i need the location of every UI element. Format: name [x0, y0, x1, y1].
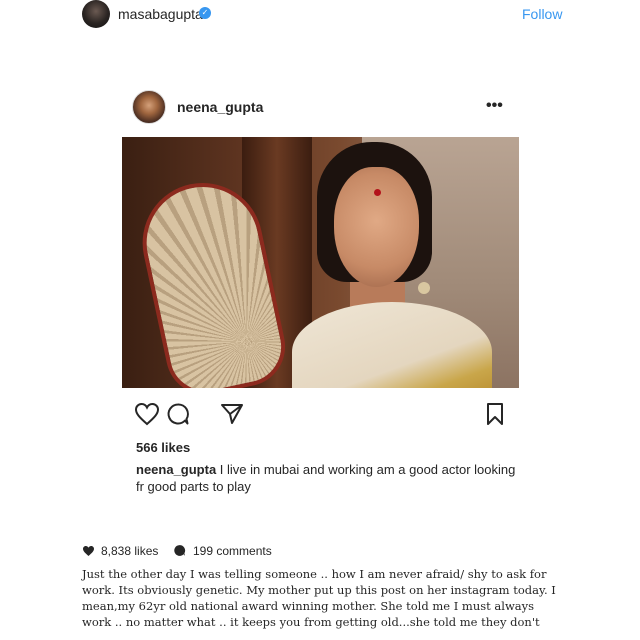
- outer-comments-count[interactable]: 199 comments: [193, 544, 272, 558]
- post-photo[interactable]: [122, 137, 519, 388]
- photo-face: [334, 167, 419, 287]
- outer-avatar[interactable]: [82, 0, 110, 28]
- comment-icon[interactable]: [166, 402, 190, 426]
- photo-earring: [418, 282, 430, 294]
- outer-caption: Just the other day I was telling someone…: [82, 567, 556, 629]
- outer-likes-count[interactable]: 8,838 likes: [101, 544, 158, 558]
- heart-icon[interactable]: [134, 402, 160, 426]
- outer-post-header: masabagupta ✓ Follow: [0, 0, 640, 32]
- inner-avatar[interactable]: [132, 90, 166, 124]
- inner-caption: neena_gupta I live in mubai and working …: [136, 461, 516, 495]
- more-options-icon[interactable]: •••: [486, 97, 503, 115]
- verified-badge-icon: ✓: [199, 7, 211, 19]
- likes-heart-icon: [83, 546, 94, 556]
- outer-username[interactable]: masabagupta: [118, 6, 203, 22]
- inner-username[interactable]: neena_gupta: [177, 99, 263, 115]
- bookmark-icon[interactable]: [486, 402, 504, 426]
- inner-likes-count[interactable]: 566 likes: [136, 440, 190, 455]
- share-icon[interactable]: [220, 402, 244, 426]
- follow-button[interactable]: Follow: [522, 6, 562, 22]
- photo-bindi: [374, 189, 381, 196]
- caption-username[interactable]: neena_gupta: [136, 462, 216, 477]
- comments-bubble-icon: [174, 545, 186, 556]
